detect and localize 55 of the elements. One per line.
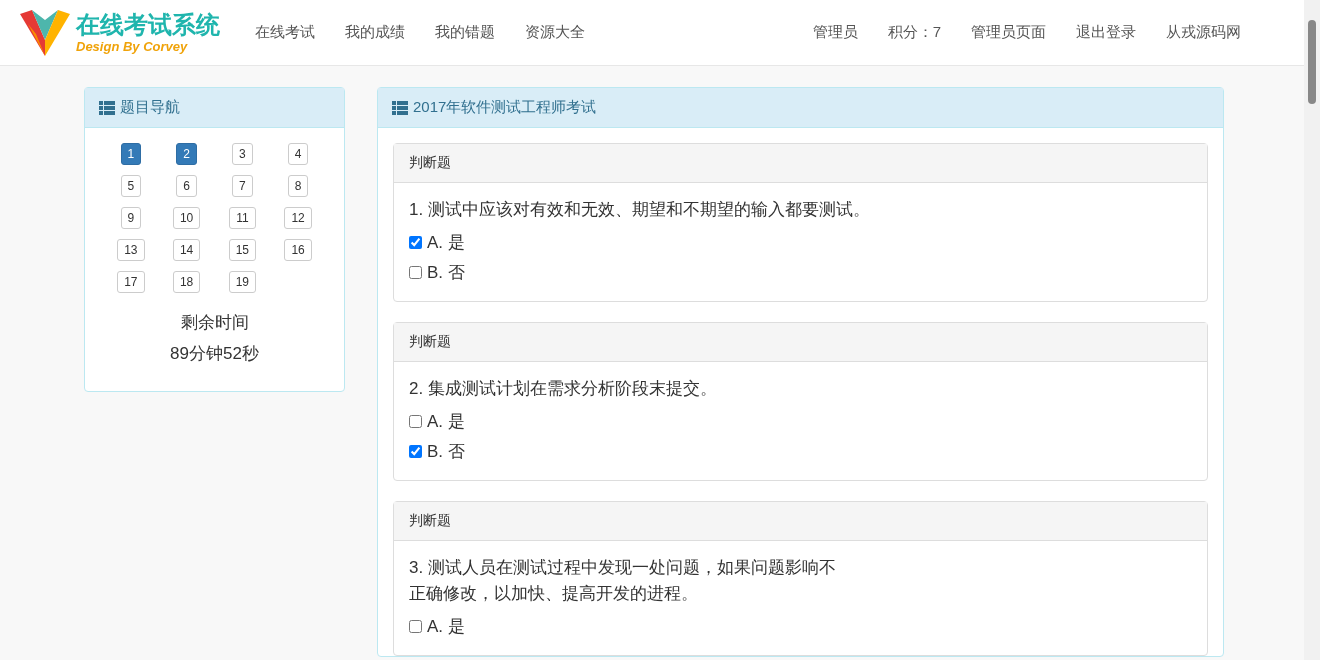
timer-label: 剩余时间 bbox=[180, 312, 249, 334]
question-type: 判断题 bbox=[409, 333, 451, 351]
nav-link[interactable]: 我的成绩 bbox=[330, 23, 420, 42]
question-text: 1. 测试中应该对有效和无效、期望和不期望的输入都要测试。 bbox=[409, 199, 871, 221]
answer-checkbox[interactable] bbox=[409, 235, 422, 249]
answer-option[interactable]: B. 否 bbox=[409, 261, 1192, 283]
panel-title: 题目导航 bbox=[120, 98, 180, 117]
question-number-button[interactable]: 13 bbox=[117, 239, 145, 261]
question-number-button[interactable]: 19 bbox=[228, 271, 257, 293]
question-number-button[interactable]: 11 bbox=[229, 207, 256, 229]
list-icon bbox=[99, 100, 115, 115]
nav-link[interactable]: 我的错题 bbox=[420, 23, 510, 42]
nav-link[interactable]: 在线考试 bbox=[240, 23, 330, 42]
answer-option[interactable]: B. 否 bbox=[409, 440, 1192, 462]
question-number-button[interactable]: 14 bbox=[172, 239, 201, 261]
brand-subtitle: Design By Corvey bbox=[76, 39, 189, 54]
question-type: 判断题 bbox=[409, 154, 451, 172]
list-icon bbox=[392, 100, 408, 115]
question-number-button[interactable]: 12 bbox=[284, 207, 312, 229]
answer-option[interactable]: A. 是 bbox=[409, 231, 1192, 253]
question-number-button[interactable]: 15 bbox=[228, 239, 257, 261]
question-number-button[interactable]: 9 bbox=[120, 207, 142, 229]
nav-link[interactable]: 退出登录 bbox=[1061, 23, 1151, 42]
question-number-button[interactable]: 7 bbox=[232, 175, 253, 197]
nav-link[interactable]: 管理员页面 bbox=[956, 23, 1061, 42]
exam-title: 2017年软件测试工程师考试 bbox=[413, 98, 597, 117]
question-number-button[interactable]: 3 bbox=[232, 143, 253, 165]
brand-title: 在线考试系统 bbox=[76, 11, 220, 39]
question-number-button[interactable]: 1 bbox=[120, 143, 142, 165]
question-number-button[interactable]: 4 bbox=[287, 143, 309, 165]
question-number-button[interactable]: 16 bbox=[284, 239, 312, 261]
question-number-button[interactable]: 17 bbox=[117, 271, 145, 293]
logo-icon bbox=[20, 9, 70, 56]
answer-option[interactable]: A. 是 bbox=[409, 615, 1192, 637]
question-type: 判断题 bbox=[409, 512, 451, 530]
question-number-button[interactable]: 2 bbox=[176, 143, 197, 165]
answer-checkbox[interactable] bbox=[409, 444, 422, 458]
timer-value: 89分钟52秒 bbox=[170, 343, 259, 365]
scrollbar-thumb[interactable] bbox=[1308, 20, 1316, 104]
question-text: 3. 测试人员在测试过程中发现一处问题，如果问题影响不 正确修改，以加快、提高开发的进程。 bbox=[409, 557, 837, 605]
question-number-button[interactable]: 8 bbox=[287, 175, 309, 197]
question-number-button[interactable]: 6 bbox=[176, 175, 197, 197]
answer-checkbox[interactable] bbox=[409, 265, 422, 279]
question-number-button[interactable]: 18 bbox=[172, 271, 201, 293]
answer-checkbox[interactable] bbox=[409, 619, 422, 633]
scrollbar[interactable] bbox=[1304, 0, 1320, 660]
nav-link[interactable]: 资源大全 bbox=[510, 23, 600, 42]
answer-option[interactable]: A. 是 bbox=[409, 410, 1192, 432]
nav-link[interactable]: 积分：7 bbox=[872, 23, 956, 42]
nav-link[interactable]: 从戎源码网 bbox=[1151, 23, 1256, 42]
question-number-button[interactable]: 10 bbox=[172, 207, 201, 229]
nav-link[interactable]: 管理员 bbox=[797, 23, 873, 42]
answer-checkbox[interactable] bbox=[409, 414, 422, 428]
question-text: 2. 集成测试计划在需求分析阶段末提交。 bbox=[409, 378, 718, 400]
question-number-button[interactable]: 5 bbox=[120, 175, 142, 197]
